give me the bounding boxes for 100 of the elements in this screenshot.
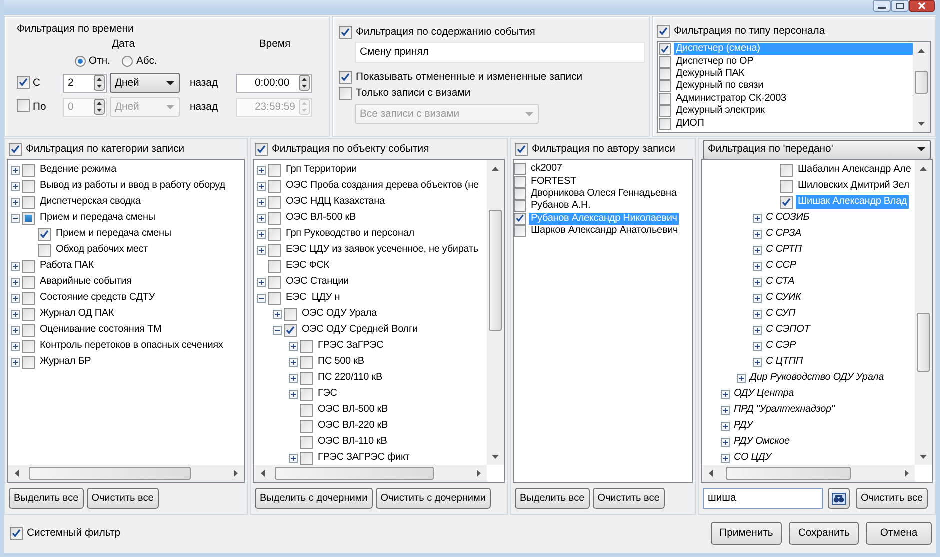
scroll-right-button[interactable] [898,465,915,482]
checkbox[interactable] [268,260,281,272]
scroll-right-button[interactable] [470,465,487,482]
checkbox-label[interactable]: Фильтрация по содержанию события [356,27,536,38]
expand-icon[interactable] [752,326,762,334]
tree-item[interactable]: ОЭС ОДУ Урала [300,307,380,321]
checkbox[interactable] [255,142,268,156]
panel-button[interactable]: Очистить с дочерними [376,488,491,509]
radio-label[interactable]: Абс. [136,56,158,66]
tree-item[interactable]: С ЦТПП [764,355,805,369]
checkbox[interactable] [22,308,35,320]
expand-icon[interactable] [752,278,762,286]
tree-item[interactable]: Состояние средств СДТУ [38,291,158,305]
checkbox-label[interactable]: Фильтрация по объекту события [272,144,430,154]
tree-item[interactable]: ОЭС Проба создания дерева объектов (не [284,179,481,193]
expand-icon[interactable] [256,198,266,206]
expand-icon[interactable] [752,230,762,238]
expand-icon[interactable] [288,454,298,462]
checkbox[interactable] [22,196,35,208]
checkbox[interactable] [284,308,297,320]
find-button[interactable] [828,488,850,509]
search-field[interactable]: шиша [703,488,823,509]
scroll-right-button[interactable] [227,465,244,482]
checkbox[interactable] [268,244,281,256]
list-item[interactable]: Рубанов А.Н. [529,200,593,212]
scroll-thumb[interactable] [29,467,191,480]
tree-item[interactable]: Шиловских Дмитрий Зел [796,179,912,193]
scroll-down-button[interactable] [913,115,930,132]
checkbox-label[interactable]: Фильтрация по типу персонала [674,26,826,37]
expand-icon[interactable] [752,262,762,270]
tree-item[interactable]: Шабалин Александр Але [796,163,914,177]
expand-icon[interactable] [10,294,20,302]
tree-item[interactable]: ОЭС ВЛ-500 кВ [316,403,390,417]
checkbox[interactable] [514,212,526,225]
checkbox[interactable] [284,324,297,336]
checkbox[interactable] [659,68,671,80]
expand-icon[interactable] [10,262,20,270]
number-field[interactable]: 2 [63,74,107,92]
close-button[interactable] [909,0,935,12]
expand-icon[interactable] [720,390,730,398]
checkbox[interactable] [268,228,281,240]
scroll-thumb[interactable] [917,312,930,372]
checkbox[interactable] [22,276,35,288]
expand-icon[interactable] [288,374,298,382]
checkbox[interactable] [22,356,35,368]
checkbox[interactable] [22,212,35,224]
tree-item[interactable]: ОЭС ВЛ-500 кВ [284,211,358,225]
tree-item[interactable]: ЕЭС ФСК [284,259,332,273]
expand-icon[interactable] [10,342,20,350]
checkbox[interactable] [268,292,281,304]
filter-dropdown[interactable]: Фильтрация по 'передано' [703,140,931,160]
tree-item[interactable]: ГРЭС ЗАГРЭС фикт [316,451,412,465]
tree-item[interactable]: С СОЗИБ [764,211,812,225]
expand-icon[interactable] [752,246,762,254]
tree-item[interactable]: ГЭС [316,387,340,401]
dialog-button[interactable]: Отмена [866,522,932,544]
scroll-up-button[interactable] [915,160,932,177]
expand-icon[interactable] [10,166,20,174]
scroll-thumb[interactable] [726,467,852,480]
checkbox[interactable] [659,80,671,92]
spin-button[interactable] [299,75,310,91]
expand-icon[interactable] [256,230,266,238]
list-item[interactable]: Дежурный ПАК [674,68,913,80]
tree-item[interactable]: ПС 500 кВ [316,355,366,369]
checkbox[interactable] [514,188,526,200]
checkbox[interactable] [268,196,281,208]
scroll-thumb[interactable] [489,210,502,332]
tree-item[interactable]: ОДУ Центра [732,387,796,401]
collapse-icon[interactable] [272,326,282,334]
panel-button[interactable]: Очистить все [592,488,665,509]
tree-item[interactable]: ПС 220/110 кВ [316,371,384,385]
scroll-up-button[interactable] [487,160,504,177]
scroll-thumb[interactable] [274,467,434,480]
checkbox[interactable] [22,292,35,304]
tree-item[interactable]: РДУ [732,419,755,433]
checkbox[interactable] [22,260,35,272]
expand-icon[interactable] [256,278,266,286]
panel-button[interactable]: Выделить все [9,488,84,509]
checkbox[interactable] [268,164,281,176]
text-field[interactable]: Смену принял [355,42,645,63]
list-item[interactable]: ck2007 [529,163,564,176]
list-item[interactable]: FORTEST [529,176,578,188]
tree-item[interactable]: Вывод из работы и ввод в работу оборуд [38,179,228,193]
tree-item[interactable]: С ССР [764,259,798,273]
tree-item[interactable]: Ведение режима [38,163,118,177]
checkbox[interactable] [780,180,793,192]
expand-icon[interactable] [256,214,266,222]
checkbox[interactable] [300,372,313,384]
checkbox[interactable] [514,200,526,212]
checkbox[interactable] [300,356,313,368]
expand-icon[interactable] [272,310,282,318]
expand-icon[interactable] [10,358,20,366]
spin-button[interactable] [94,75,105,91]
expand-icon[interactable] [752,214,762,222]
tree-item[interactable]: Диспетчерская сводка [38,195,143,209]
tree-item[interactable]: ПРД "Уралтехнадзор" [732,403,837,417]
tree-item[interactable]: Дир Руководство ОДУ Урала [748,371,886,385]
checkbox[interactable] [339,87,352,100]
expand-icon[interactable] [720,406,730,414]
expand-icon[interactable] [752,310,762,318]
